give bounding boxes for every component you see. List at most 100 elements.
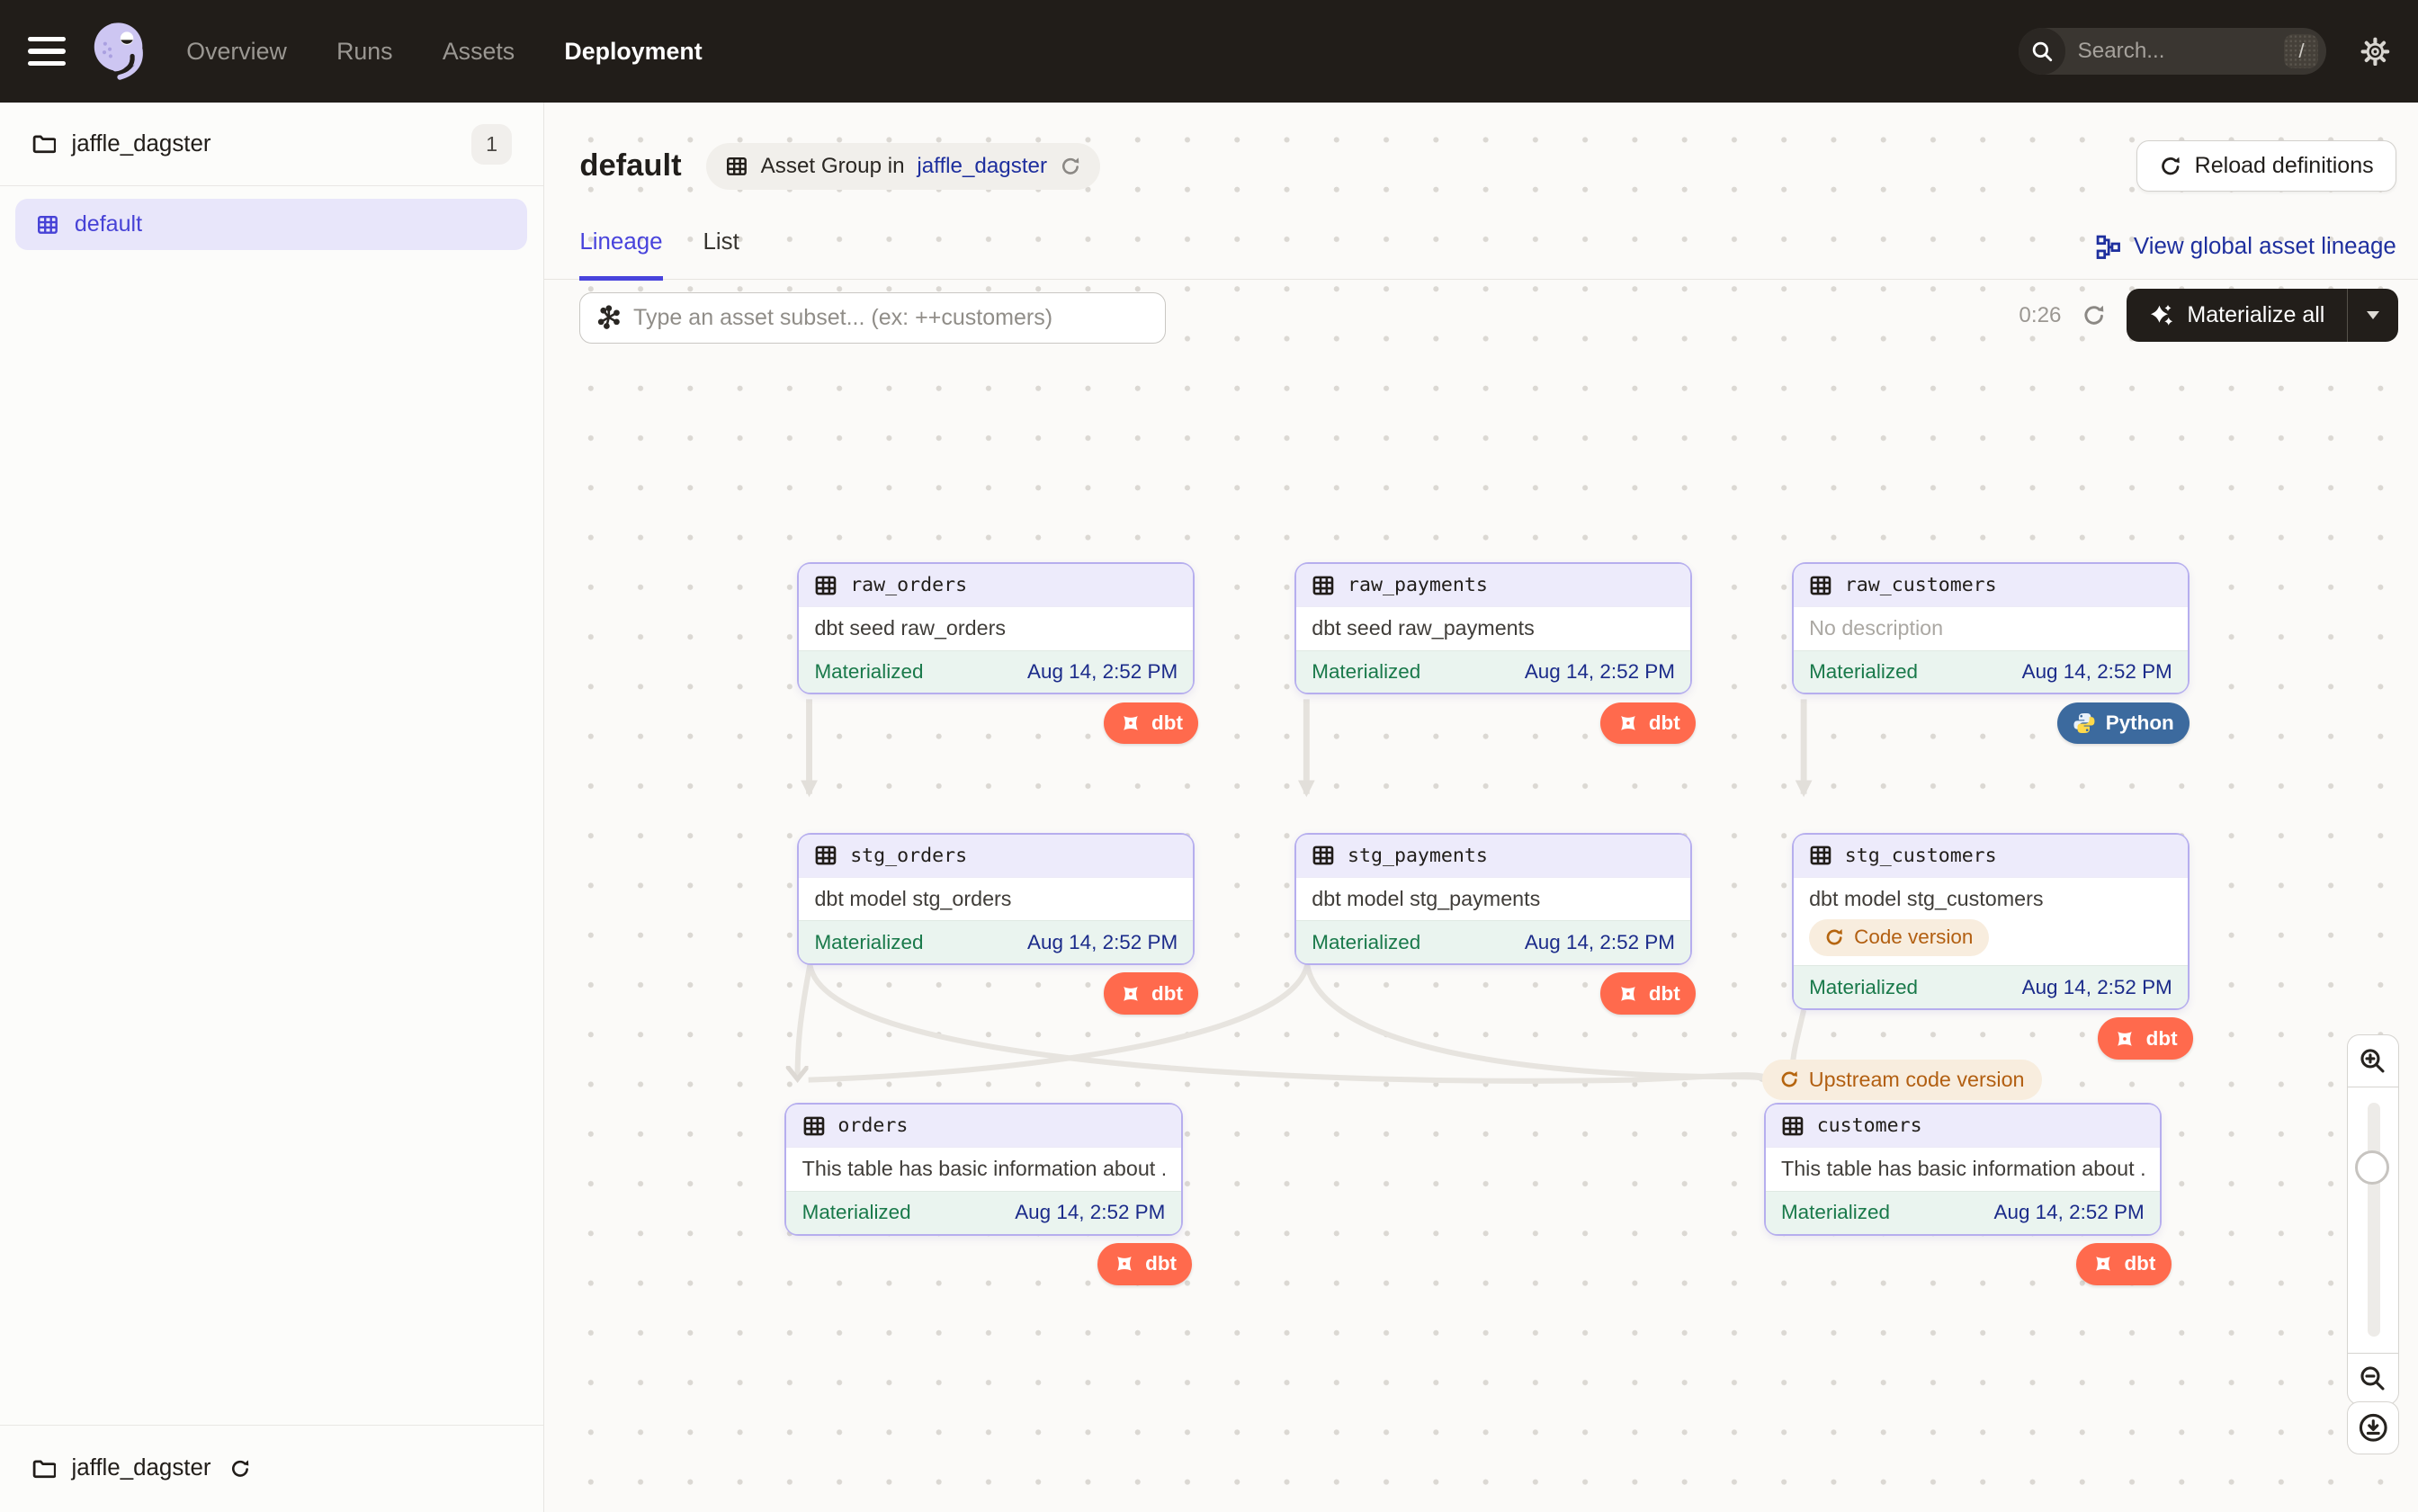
code-version-changed-icon <box>1824 927 1844 947</box>
code-version-changed-icon <box>1779 1069 1799 1089</box>
asset-description: dbt seed raw_orders <box>814 616 1178 640</box>
asset-description: This table has basic information about .… <box>1781 1157 2145 1181</box>
refresh-icon[interactable] <box>1060 156 1081 177</box>
nav-assets[interactable]: Assets <box>443 38 515 66</box>
materialized-timestamp[interactable]: Aug 14, 2:52 PM <box>2022 660 2172 684</box>
asset-node-header: raw_payments <box>1296 564 1690 606</box>
reload-definitions-button[interactable]: Reload definitions <box>2136 140 2396 192</box>
chevron-down-icon <box>2367 311 2379 319</box>
asset-description: dbt model stg_customers <box>1809 887 2172 911</box>
materialize-all-button[interactable]: Materialize all <box>2127 289 2347 342</box>
page-header: default Asset Group in jaffle_dagster <box>544 103 2418 211</box>
zoom-slider-thumb[interactable] <box>2355 1150 2389 1185</box>
dbt-kind-badge: dbt <box>1600 972 1696 1015</box>
menu-icon[interactable] <box>28 37 65 67</box>
zoom-slider[interactable] <box>2347 1087 2400 1354</box>
asset-node-customers[interactable]: customers This table has basic informati… <box>1764 1103 2162 1235</box>
dagster-app: Overview Runs Assets Deployment Search..… <box>0 0 2418 1512</box>
dbt-logo-icon <box>1119 711 1142 735</box>
asset-name: raw_customers <box>1845 574 1997 596</box>
materialized-timestamp[interactable]: Aug 14, 2:52 PM <box>1015 1201 1165 1224</box>
asset-node-stg-orders[interactable]: stg_orders dbt model stg_orders Material… <box>797 833 1195 965</box>
sidebar-repo-jaffle-dagster[interactable]: jaffle_dagster 1 <box>0 103 543 186</box>
view-global-asset-lineage-link[interactable]: View global asset lineage <box>2096 234 2396 279</box>
group-label: default <box>75 211 142 237</box>
zoom-controls <box>2347 1034 2400 1404</box>
asset-name: raw_orders <box>850 574 967 596</box>
python-kind-badge: Python <box>2057 702 2190 745</box>
tab-list[interactable]: List <box>703 229 739 280</box>
context-prefix: Asset Group in <box>761 154 905 179</box>
asset-subset-filter[interactable] <box>579 292 1165 344</box>
materialized-timestamp[interactable]: Aug 14, 2:52 PM <box>1525 931 1675 954</box>
upstream-code-version-chip[interactable]: Upstream code version <box>1762 1060 2042 1100</box>
status-badge: Materialized <box>1312 931 1420 954</box>
zoom-in-button[interactable] <box>2347 1034 2400 1087</box>
dbt-logo-icon <box>1616 711 1640 735</box>
nav-deployment[interactable]: Deployment <box>564 38 702 66</box>
asset-node-raw-payments[interactable]: raw_payments dbt seed raw_payments Mater… <box>1294 562 1692 694</box>
asset-node-stg-customers[interactable]: stg_customers dbt model stg_customers Co… <box>1792 833 2190 1010</box>
asset-node-orders[interactable]: orders This table has basic information … <box>784 1103 1182 1235</box>
asset-subset-input[interactable] <box>633 305 1149 331</box>
sidebar-footer-repo[interactable]: jaffle_dagster <box>0 1425 543 1512</box>
asset-node-header: orders <box>786 1105 1180 1147</box>
zoom-slider-track <box>2368 1103 2380 1338</box>
dbt-kind-badge: dbt <box>2076 1243 2172 1285</box>
table-grid-icon <box>725 155 748 178</box>
nav-overview[interactable]: Overview <box>186 38 287 66</box>
asset-node-header: stg_customers <box>1794 835 2188 877</box>
code-version-label: Code version <box>1854 926 1973 949</box>
zoom-out-button[interactable] <box>2347 1352 2400 1405</box>
lineage-graph-canvas[interactable]: 0:26 M <box>544 280 2418 1512</box>
sidebar: jaffle_dagster 1 default jaffle_dagster <box>0 103 544 1512</box>
dagster-logo-icon[interactable] <box>87 19 153 85</box>
status-badge: Materialized <box>1809 660 1918 684</box>
dbt-kind-badge: dbt <box>1104 972 1199 1015</box>
settings-gear-icon[interactable] <box>2360 37 2390 67</box>
download-graph-button[interactable] <box>2347 1401 2400 1454</box>
search-input[interactable]: Search... / <box>2019 28 2326 75</box>
refresh-timer: 0:26 <box>2019 303 2061 328</box>
materialized-timestamp[interactable]: Aug 14, 2:52 PM <box>1027 931 1178 954</box>
asset-node-header: stg_payments <box>1296 835 1690 877</box>
tab-lineage[interactable]: Lineage <box>579 229 662 280</box>
refresh-icon[interactable] <box>2082 303 2107 328</box>
group-count-badge: 1 <box>471 124 512 165</box>
asset-name: stg_payments <box>1348 845 1488 867</box>
status-badge: Materialized <box>1312 660 1420 684</box>
materialized-timestamp[interactable]: Aug 14, 2:52 PM <box>1027 660 1178 684</box>
repo-link[interactable]: jaffle_dagster <box>917 154 1047 179</box>
materialized-timestamp[interactable]: Aug 14, 2:52 PM <box>1525 660 1675 684</box>
dbt-kind-badge: dbt <box>2098 1017 2193 1060</box>
table-grid-icon <box>1312 574 1335 597</box>
materialize-options-dropdown[interactable] <box>2348 289 2397 342</box>
kind-label: dbt <box>1145 1252 1177 1275</box>
table-grid-icon <box>802 1114 826 1138</box>
search-placeholder: Search... <box>2078 39 2285 64</box>
asset-description: dbt seed raw_payments <box>1312 616 1675 640</box>
code-version-chip[interactable]: Code version <box>1809 919 1989 956</box>
asset-node-header: stg_orders <box>799 835 1193 877</box>
sidebar-item-default-group[interactable]: default <box>15 199 527 250</box>
asset-name: orders <box>837 1114 908 1137</box>
nav-runs[interactable]: Runs <box>336 38 392 66</box>
kind-label: dbt <box>1151 982 1183 1006</box>
repo-name: jaffle_dagster <box>71 131 210 157</box>
asset-node-raw-orders[interactable]: raw_orders dbt seed raw_orders Materiali… <box>797 562 1195 694</box>
nav-links: Overview Runs Assets Deployment <box>186 38 702 66</box>
dbt-kind-badge: dbt <box>1600 702 1696 745</box>
asset-node-raw-customers[interactable]: raw_customers No description Materialize… <box>1792 562 2190 694</box>
asset-node-stg-payments[interactable]: stg_payments dbt model stg_payments Mate… <box>1294 833 1692 965</box>
reload-repo-icon[interactable] <box>229 1458 251 1480</box>
materialize-all-label: Materialize all <box>2187 302 2324 328</box>
materialized-timestamp[interactable]: Aug 14, 2:52 PM <box>2022 976 2172 999</box>
kind-label: dbt <box>2124 1252 2155 1275</box>
upstream-code-version-label: Upstream code version <box>1809 1068 2025 1092</box>
refresh-icon <box>2159 155 2182 178</box>
materialized-timestamp[interactable]: Aug 14, 2:52 PM <box>1994 1201 2145 1224</box>
kind-label: Python <box>2106 711 2174 735</box>
asset-group-pill: Asset Group in jaffle_dagster <box>706 143 1100 190</box>
status-badge: Materialized <box>814 931 923 954</box>
asset-name: stg_customers <box>1845 845 1997 867</box>
